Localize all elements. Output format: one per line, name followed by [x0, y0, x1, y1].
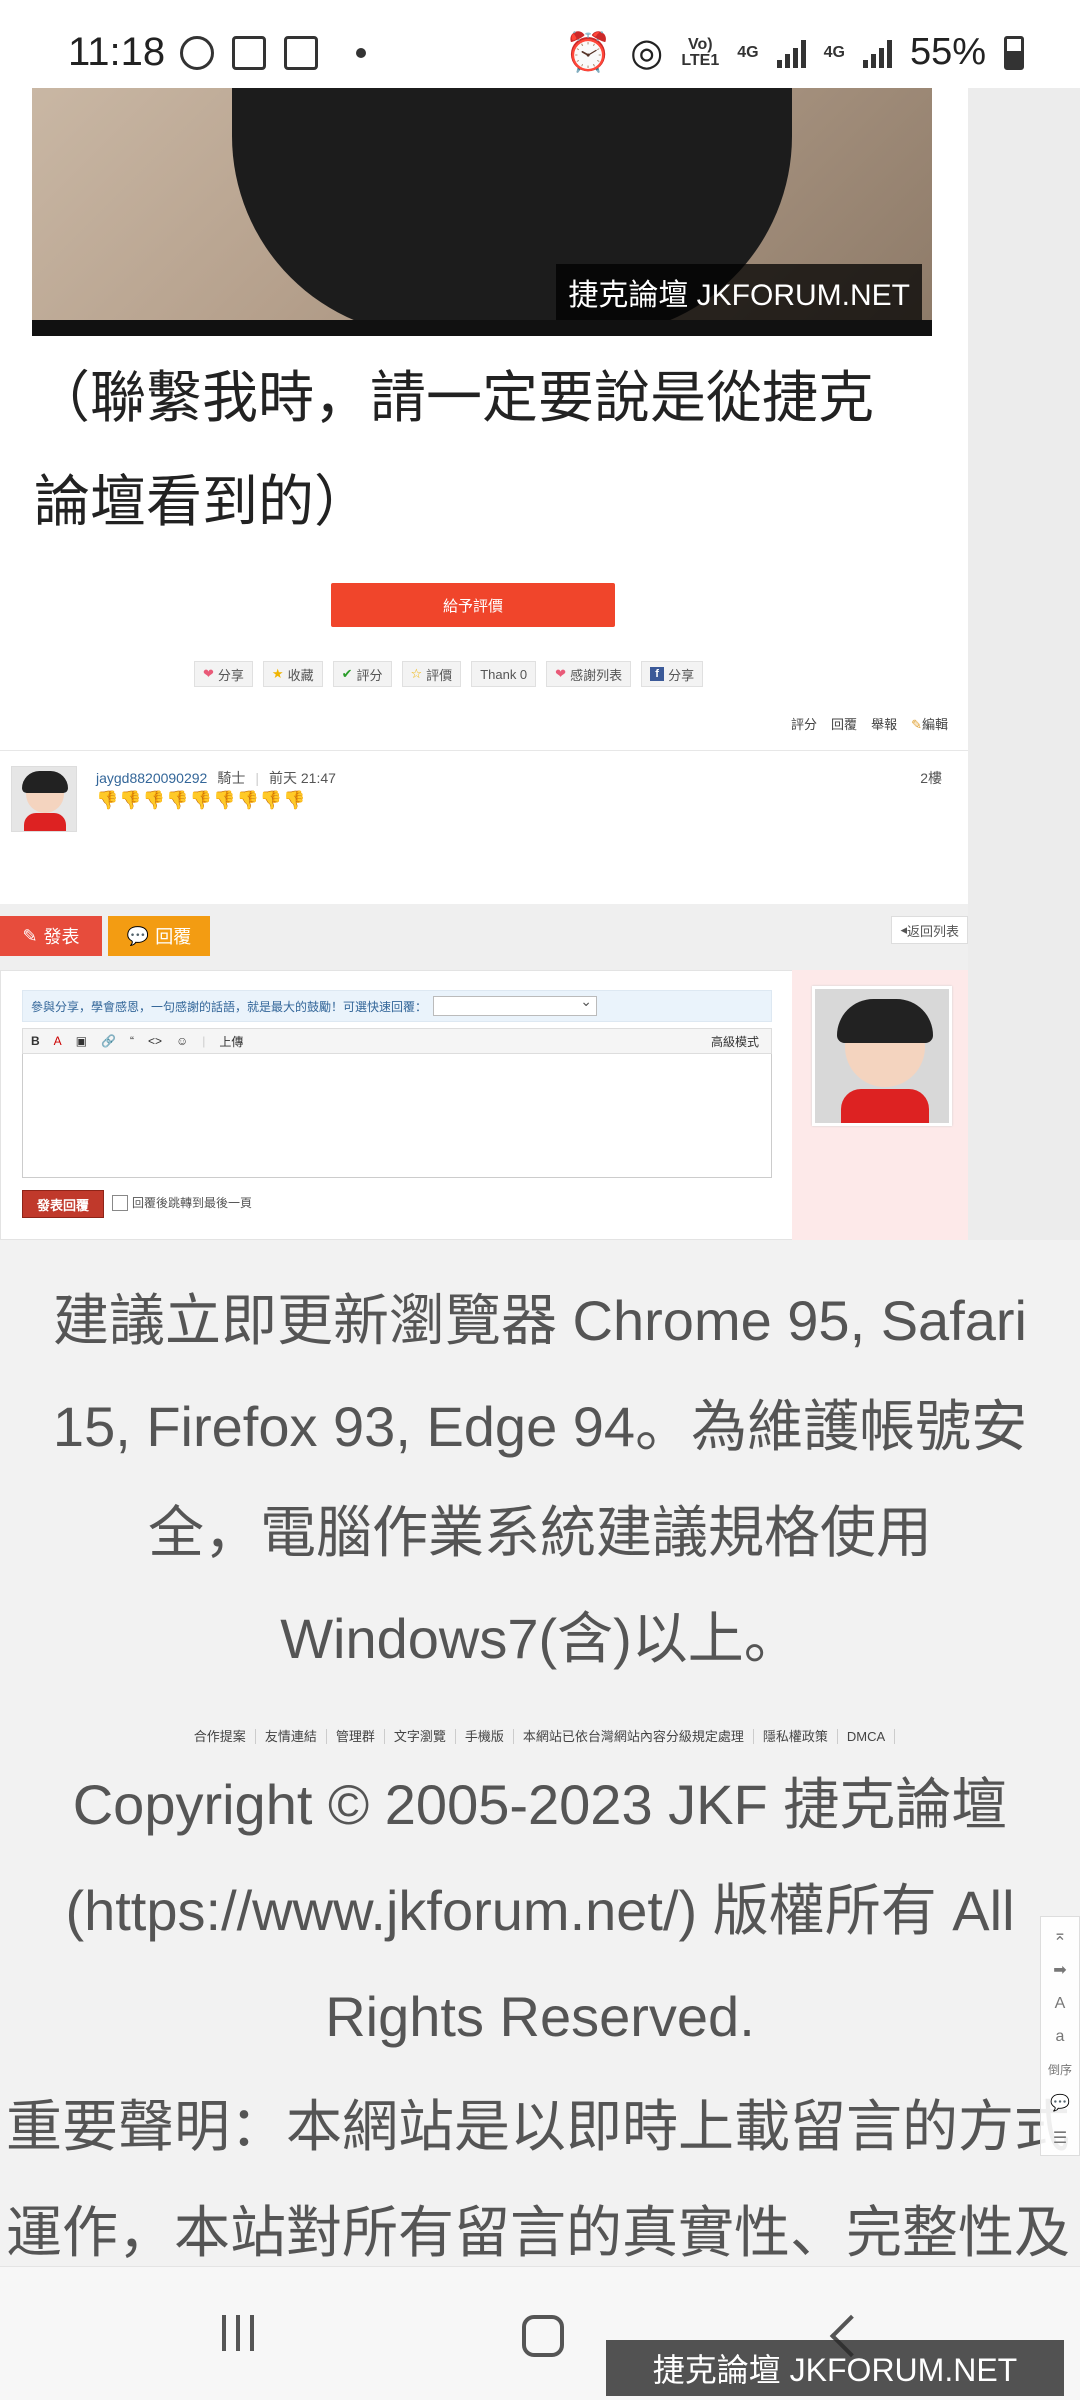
watermark: 捷克論壇 JKFORUM.NET [606, 2340, 1064, 2396]
favorite-button[interactable]: ★ 收藏 [262, 661, 323, 687]
font-color-icon[interactable]: A [54, 1034, 62, 1048]
editor-toolbar: B A ▣ 🔗 “ <> ☺ | 上傳 高級模式 [22, 1028, 772, 1054]
footer-link[interactable]: 友情連結 [255, 1729, 327, 1744]
copyright: Copyright © 2005-2023 JKF 捷克論壇 (https://… [65, 1773, 1015, 2048]
chrome-icon [180, 36, 214, 70]
review-button[interactable]: ☆ 評價 [401, 661, 462, 687]
hotspot-icon: ◎ [630, 32, 664, 74]
bold-icon[interactable]: B [31, 1034, 40, 1048]
footer-link[interactable]: DMCA [837, 1729, 896, 1744]
disclaimer: 重要聲明：本網站是以即時上載留言的方式 運作，本站對所有留言的真實性、完整性及 [6, 2095, 1070, 2264]
post-photo[interactable]: 捷克論壇 JKFORUM.NET [32, 88, 932, 336]
heart-icon: ❤ [555, 666, 567, 681]
footer-link[interactable]: 文字瀏覽 [384, 1729, 456, 1744]
link-icon[interactable]: 🔗 [101, 1034, 116, 1048]
footer-link[interactable]: 隱私權政策 [753, 1729, 838, 1744]
reply-rank: 騎士 [217, 770, 246, 786]
reverse-order-button[interactable]: 倒序 [1048, 2061, 1072, 2078]
footer-link[interactable]: 本網站已依台灣網站內容分級規定處理 [513, 1729, 754, 1744]
menu-icon[interactable]: ☰ [1053, 2128, 1067, 2148]
reply-username[interactable]: jaygd8820090292 [96, 770, 207, 786]
score-button[interactable]: ✔ 評分 [332, 661, 392, 687]
clock: 11:18 [68, 30, 166, 74]
scroll-top-icon[interactable]: ⌅ [1053, 1925, 1066, 1945]
post-edit-link[interactable]: ✎編輯 [911, 714, 948, 733]
reply-textarea[interactable] [22, 1054, 772, 1178]
back-to-list-button[interactable]: ◂ 返回列表 [891, 916, 968, 944]
heart-icon: ❤ [203, 666, 214, 681]
facebook-icon: f [650, 667, 665, 681]
advanced-mode-link[interactable]: 高級模式 [711, 1033, 759, 1050]
quick-reply-select[interactable] [433, 993, 598, 1016]
emoji-icon[interactable]: ☺ [176, 1034, 188, 1048]
network-type-2: 4G [823, 43, 845, 61]
more-notifications-icon [356, 48, 366, 58]
photo-watermark: 捷克論壇 JKFORUM.NET [556, 264, 922, 320]
floor-number[interactable]: 2樓 [920, 768, 942, 788]
upload-button[interactable]: 上傳 [219, 1033, 243, 1050]
notification-icons [180, 36, 366, 70]
home-icon[interactable] [522, 2315, 564, 2357]
share-button[interactable]: ❤ 分享 [194, 661, 253, 687]
volte-indicator: Vo) LTE1 [681, 35, 720, 69]
pencil-icon: ✎ [911, 717, 922, 732]
edit-icon: ✎ [22, 925, 38, 946]
calendar-icon [284, 36, 318, 70]
avatar[interactable] [11, 766, 77, 832]
footer-links: 合作提案 友情連結 管理群 文字瀏覽 手機版 本網站已依台灣網站內容分級規定處理 隱私權政策… [0, 1726, 1080, 1745]
contact-note: （聯繫我時，請一定要說是從捷克 論壇看到的） [34, 366, 874, 533]
network-type-1: 4G [737, 43, 759, 61]
battery-icon [1004, 35, 1024, 70]
post-score-link[interactable]: 評分 [791, 714, 817, 733]
star-icon: ★ [271, 666, 284, 681]
side-toolbar: ⌅ ➡ A a 倒序 💬 ☰ [1040, 1916, 1080, 2156]
reply-meta: jaygd8820090292 騎士 | 前天 21:47 [96, 770, 336, 786]
post-tools: 評分 回覆 舉報 ✎編輯 [791, 714, 948, 733]
next-icon[interactable]: ➡ [1053, 1960, 1066, 1980]
thanks-list-button[interactable]: ❤ 感謝列表 [546, 661, 632, 687]
font-larger-icon[interactable]: A [1055, 1995, 1066, 2013]
signal-icon-2 [862, 38, 892, 68]
comment-icon[interactable]: 💬 [1050, 2093, 1070, 2113]
font-smaller-icon[interactable]: a [1056, 2028, 1065, 2046]
gmail-icon [232, 36, 266, 70]
quote-icon[interactable]: “ [130, 1034, 134, 1048]
submit-reply-button[interactable]: 發表回覆 [22, 1190, 104, 1218]
footer-link[interactable]: 管理群 [326, 1729, 385, 1744]
reply-button[interactable]: 💬 回覆 [108, 916, 210, 956]
check-icon: ✔ [341, 666, 353, 681]
browser-notice: 建議立即更新瀏覽器 Chrome 95, Safari 15, Firefox … [52, 1289, 1028, 1670]
system-icons: ⏰ ◎ Vo) LTE1 4G 4G 55% [565, 30, 1024, 75]
reply-content: 👎👎👎👎👎👎👎👎👎 [96, 790, 307, 810]
status-bar: 11:18 ⏰ ◎ Vo) LTE1 4G 4G 55% [0, 0, 1080, 88]
new-post-button[interactable]: ✎ 發表 [0, 916, 102, 956]
thank-button[interactable]: Thank 0 [471, 661, 537, 687]
footer-link[interactable]: 手機版 [455, 1729, 514, 1744]
code-icon[interactable]: <> [148, 1034, 162, 1048]
post-actions: ❤ 分享 ★ 收藏 ✔ 評分 ☆ 評價 Thank 0 ❤ 感謝列表 f 分享 [194, 661, 704, 687]
facebook-share-button[interactable]: f 分享 [641, 661, 704, 687]
footer-link[interactable]: 合作提案 [184, 1729, 256, 1744]
rate-button[interactable]: 給予評價 [331, 583, 615, 627]
jump-to-last-checkbox[interactable]: 回覆後跳轉到最後一頁 [112, 1194, 252, 1211]
chat-icon: 💬 [126, 925, 150, 946]
post-reply-link[interactable]: 回覆 [831, 714, 857, 733]
post-report-link[interactable]: 舉報 [871, 714, 897, 733]
current-user-avatar [812, 986, 952, 1126]
signal-icon [776, 38, 806, 68]
image-icon[interactable]: ▣ [76, 1034, 87, 1048]
battery-percent: 55% [909, 31, 986, 73]
star-outline-icon: ☆ [410, 666, 423, 681]
quick-reply-hint: 參與分享，學會感恩，一句感謝的話語，就是最大的鼓勵！可選快速回覆： [22, 990, 772, 1022]
alarm-icon: ⏰ [564, 31, 613, 74]
recent-apps-icon[interactable] [222, 2315, 254, 2351]
reply-time: 前天 21:47 [268, 770, 336, 786]
